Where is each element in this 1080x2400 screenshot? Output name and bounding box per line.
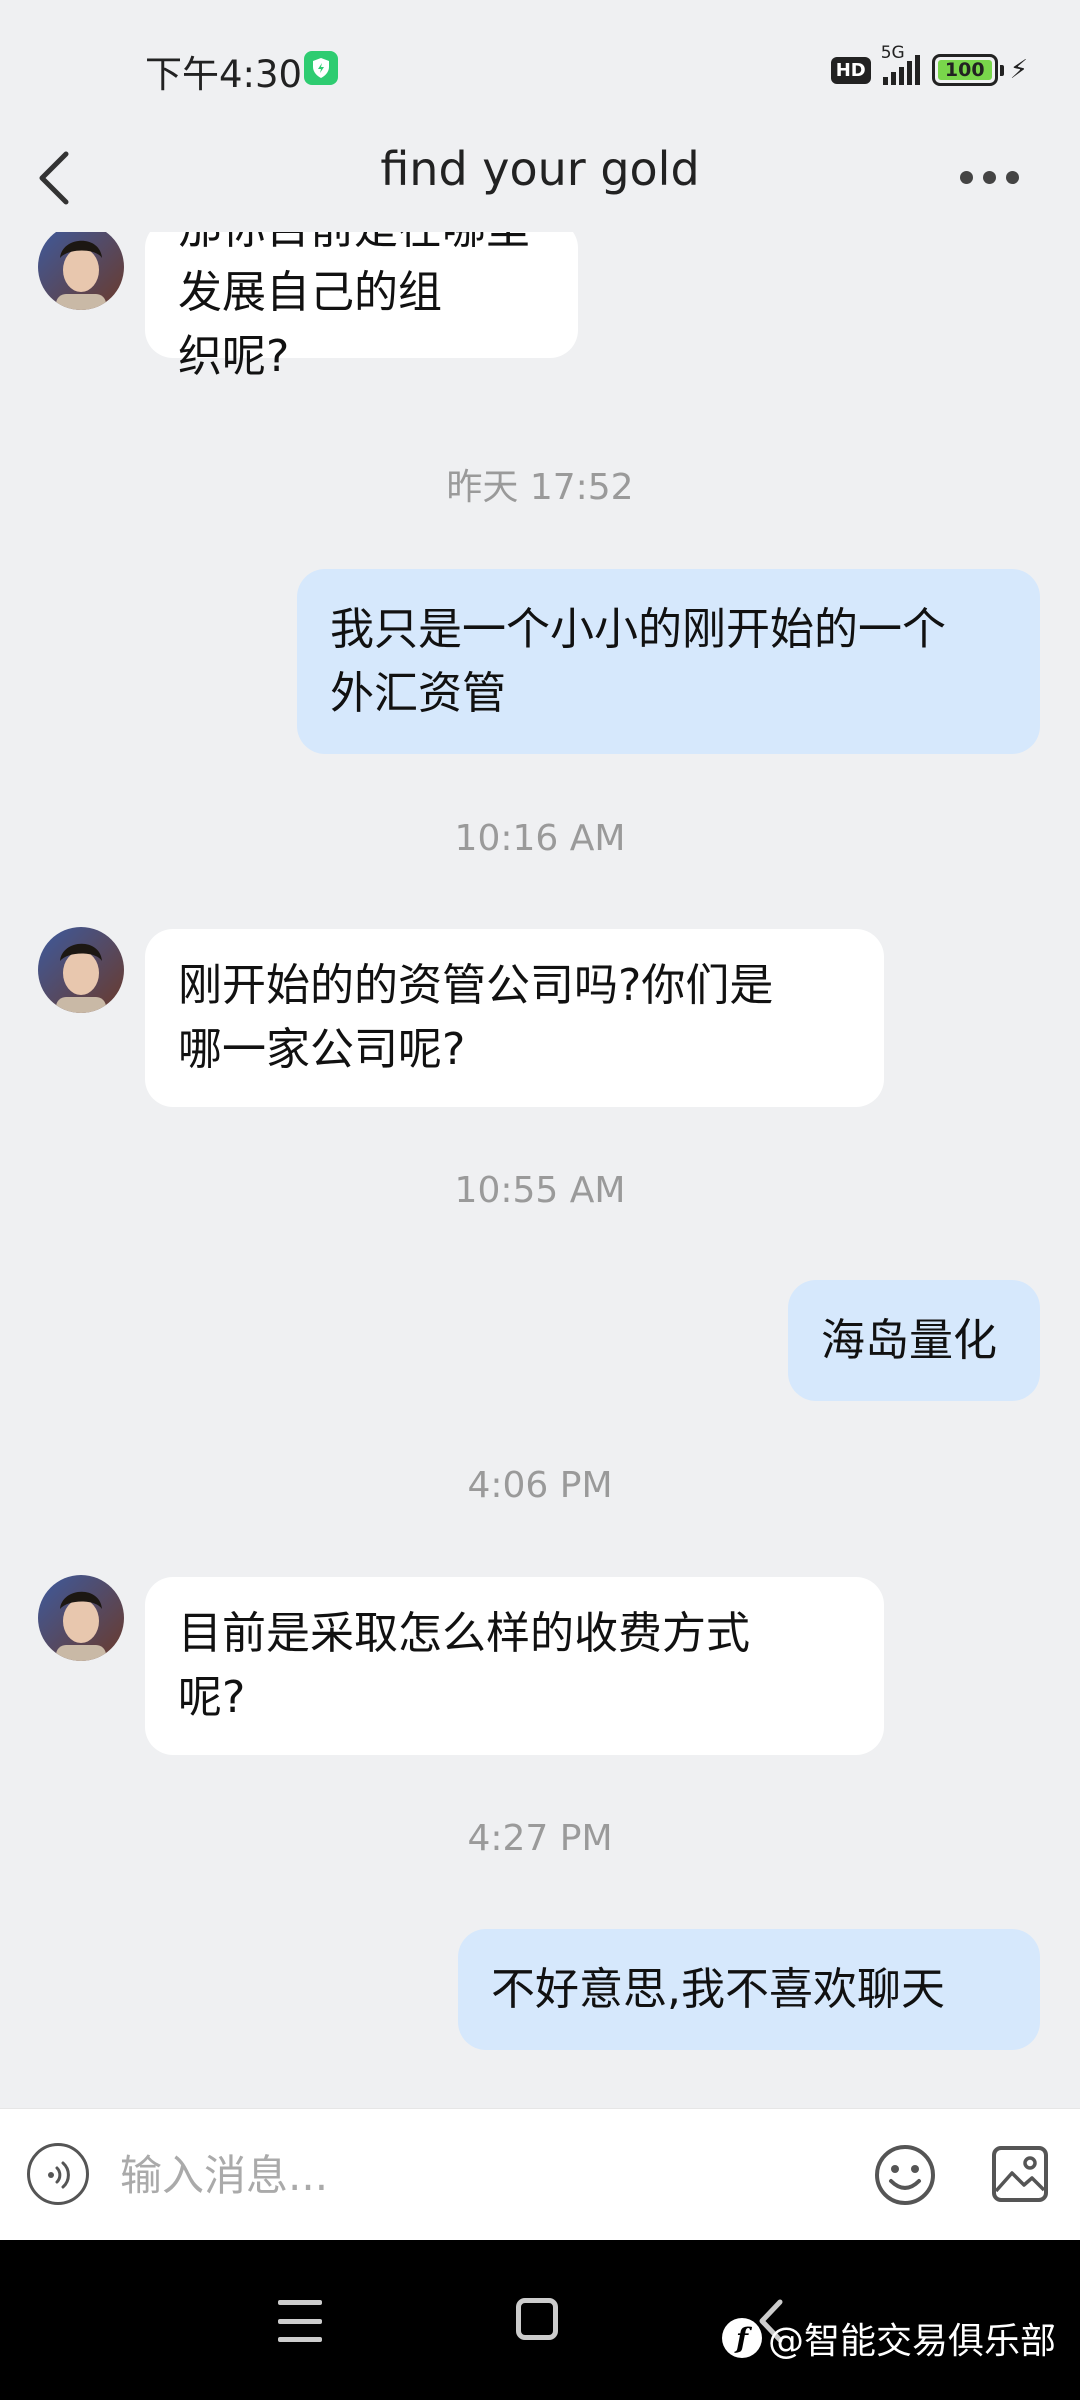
chat-header: find your gold	[0, 130, 1080, 240]
incoming-message[interactable]: 目前是采取怎么样的收费方式 呢?	[145, 1577, 884, 1755]
timestamp: 4:27 PM	[467, 1818, 613, 1859]
timestamp: 4:06 PM	[467, 1465, 613, 1506]
message-line: 外汇资管	[330, 667, 506, 719]
message-line: 目前是采取怎么样的收费方式	[178, 1608, 750, 1659]
watermark-logo: f	[722, 2318, 762, 2358]
message-line: 织呢?	[178, 331, 290, 382]
timestamp: 10:55 AM	[454, 1170, 626, 1211]
avatar[interactable]	[38, 232, 124, 310]
incoming-message[interactable]: 刚开始的的资管公司吗?你们是 哪一家公司呢?	[145, 929, 884, 1107]
message-line: 哪一家公司呢?	[178, 1024, 466, 1075]
shield-icon	[304, 51, 338, 85]
chat-title: find your gold	[380, 142, 700, 196]
avatar[interactable]	[38, 1575, 124, 1661]
message-input[interactable]	[120, 2137, 820, 2213]
outgoing-message[interactable]: 不好意思,我不喜欢聊天	[458, 1929, 1040, 2050]
network-type: 5G	[880, 43, 905, 63]
message-list[interactable]: 那你目前是在哪里发展自己的组 织呢? 昨天 17:52 我只是一个小小的刚开始的…	[0, 232, 1080, 2108]
home-icon[interactable]	[516, 2298, 558, 2340]
status-bar: 下午4:30 HD 5G 100 ⚡	[0, 0, 1080, 130]
avatar[interactable]	[38, 927, 124, 1013]
status-time: 下午4:30	[145, 53, 303, 96]
incoming-message[interactable]: 那你目前是在哪里发展自己的组 织呢?	[145, 232, 578, 382]
outgoing-message[interactable]: 我只是一个小小的刚开始的一个 外汇资管	[297, 569, 1040, 754]
more-dots-icon[interactable]	[960, 152, 1030, 202]
message-input-bar	[0, 2108, 1080, 2240]
system-nav-bar: f @智能交易俱乐部	[0, 2240, 1080, 2400]
voice-icon[interactable]	[27, 2143, 89, 2205]
message-line: 海岛量化	[821, 1314, 997, 1366]
message-line: 那你目前是在哪里发展自己的组	[178, 232, 530, 318]
timestamp: 10:16 AM	[454, 818, 626, 859]
battery-icon: 100	[931, 54, 1004, 86]
battery-level: 100	[937, 59, 992, 81]
outgoing-message[interactable]: 海岛量化	[788, 1280, 1040, 1401]
message-line: 不好意思,我不喜欢聊天	[491, 1963, 945, 2015]
timestamp: 昨天 17:52	[446, 467, 634, 508]
watermark-text: @智能交易俱乐部	[768, 2321, 1057, 2362]
image-icon[interactable]	[991, 2145, 1049, 2203]
message-line: 呢?	[178, 1672, 246, 1723]
status-icons: HD 5G 100 ⚡	[830, 43, 1028, 88]
watermark: f @智能交易俱乐部	[722, 2312, 1056, 2364]
message-line: 我只是一个小小的刚开始的一个	[330, 603, 946, 655]
signal-icon: 5G	[881, 43, 920, 85]
recent-apps-icon[interactable]	[278, 2300, 322, 2342]
message-line: 刚开始的的资管公司吗?你们是	[178, 960, 774, 1011]
emoji-icon[interactable]	[873, 2143, 937, 2207]
charging-bolt-icon: ⚡	[1009, 55, 1028, 85]
hd-badge: HD	[830, 56, 871, 84]
